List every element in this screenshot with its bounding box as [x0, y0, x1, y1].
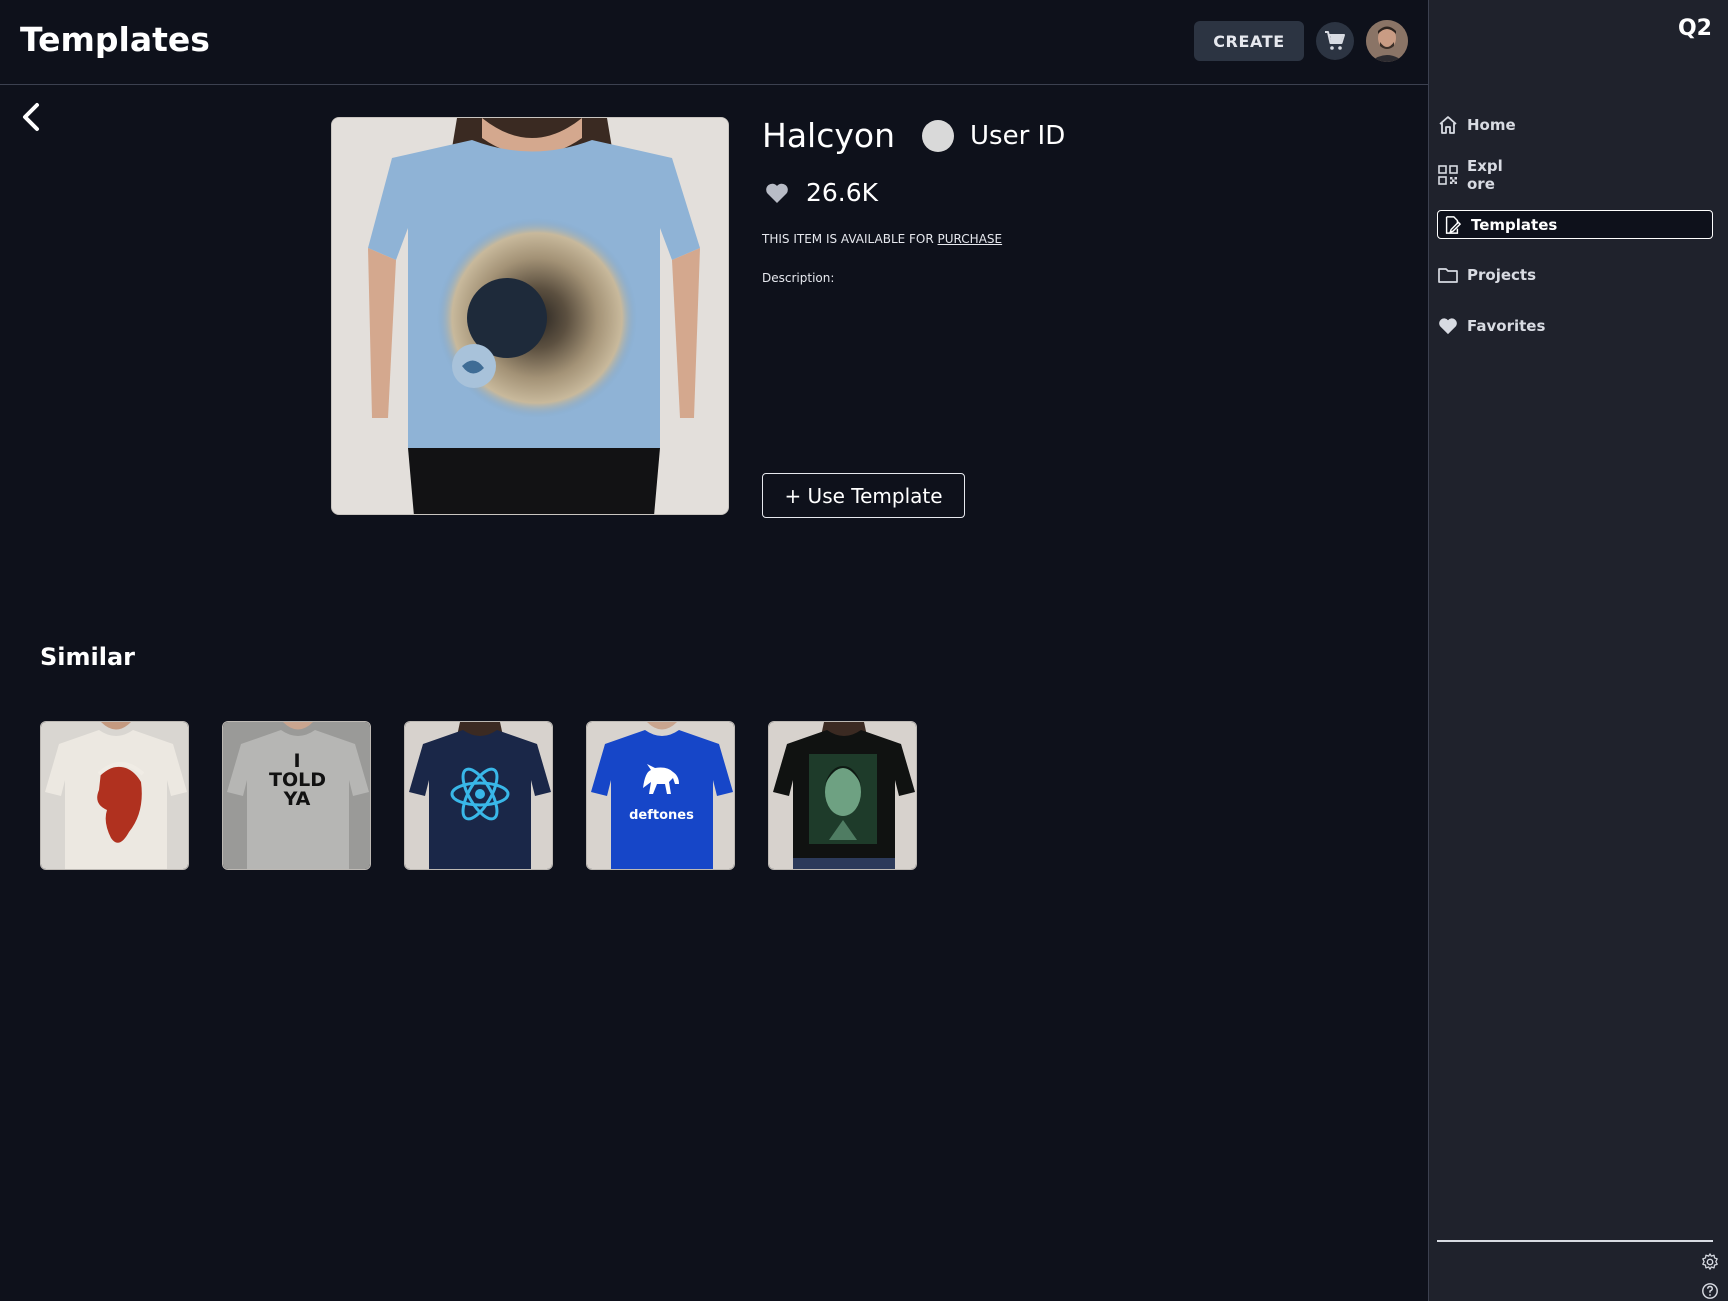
similar-heading: Similar — [40, 643, 136, 671]
sidebar-item-projects[interactable]: Projects — [1437, 264, 1713, 286]
similar-item-1[interactable] — [40, 721, 189, 870]
sidebar: Q2 Home Expl ore Templates Projects Favo… — [1428, 0, 1728, 1301]
sidebar-divider — [1437, 1240, 1713, 1242]
blue-tshirt-deftones-image — [587, 722, 734, 869]
sidebar-item-label: Home — [1467, 116, 1516, 134]
page-title: Templates — [20, 20, 210, 59]
purchase-link[interactable]: PURCHASE — [938, 232, 1003, 246]
top-bar: Templates CREATE — [0, 0, 1428, 85]
chevron-left-icon — [23, 103, 39, 131]
tshirt-eye-image — [332, 118, 728, 514]
brand-logo[interactable]: Q2 — [1678, 16, 1712, 41]
availability-label: THIS ITEM IS AVAILABLE FOR — [762, 232, 938, 246]
product-name: Halcyon — [762, 116, 895, 155]
product-image — [331, 117, 729, 515]
similar-item-3[interactable] — [404, 721, 553, 870]
availability-text: THIS ITEM IS AVAILABLE FOR PURCHASE — [762, 232, 1002, 246]
use-template-button[interactable]: + Use Template — [762, 473, 965, 518]
user-avatar-image — [1366, 20, 1408, 62]
similar-item-2[interactable]: I TOLD YA — [222, 721, 371, 870]
white-tshirt-red-head-image — [41, 722, 188, 869]
qr-grid-icon — [1437, 164, 1459, 186]
home-icon — [1437, 114, 1459, 136]
cart-button[interactable] — [1316, 22, 1354, 60]
sidebar-item-templates[interactable]: Templates — [1437, 210, 1713, 239]
main-panel: Templates CREATE Halcyon User ID 26.6K T… — [0, 0, 1428, 1301]
description-label: Description: — [762, 271, 835, 285]
sidebar-item-home[interactable]: Home — [1437, 114, 1713, 136]
sidebar-item-label: Expl ore — [1467, 157, 1503, 193]
help-icon[interactable] — [1701, 1282, 1719, 1300]
navy-tshirt-atom-image — [405, 722, 552, 869]
heart-icon[interactable] — [765, 182, 789, 204]
folder-icon — [1437, 264, 1459, 286]
sidebar-item-label: Projects — [1467, 266, 1537, 284]
edit-file-icon — [1441, 214, 1463, 236]
owner-id[interactable]: User ID — [970, 121, 1065, 151]
owner-avatar[interactable] — [922, 120, 954, 152]
sidebar-item-favorites[interactable]: Favorites — [1437, 315, 1713, 337]
sidebar-item-label: Favorites — [1467, 317, 1546, 335]
like-count: 26.6K — [806, 178, 879, 207]
similar-item-4-text: deftones — [629, 808, 694, 823]
create-button[interactable]: CREATE — [1194, 21, 1304, 61]
sidebar-item-label: Templates — [1471, 215, 1558, 234]
cart-icon — [1325, 31, 1345, 50]
black-tshirt-portrait-image — [769, 722, 916, 869]
similar-item-5[interactable] — [768, 721, 917, 870]
sidebar-item-explore[interactable]: Expl ore — [1437, 157, 1713, 193]
avatar[interactable] — [1366, 20, 1408, 62]
back-button[interactable] — [18, 99, 44, 135]
similar-item-4[interactable]: deftones — [586, 721, 735, 870]
similar-item-2-text: I TOLD YA — [269, 750, 326, 810]
heart-icon — [1437, 315, 1459, 337]
gear-icon[interactable] — [1701, 1253, 1719, 1271]
